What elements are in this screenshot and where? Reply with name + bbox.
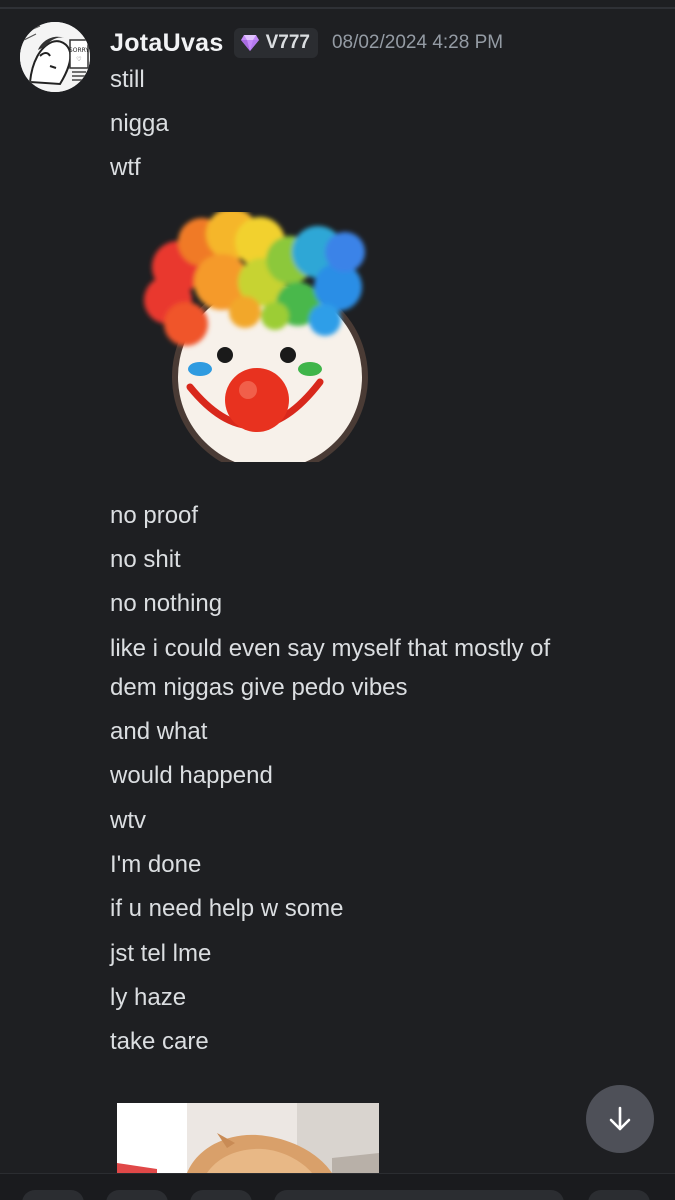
message-line: I'm done (110, 851, 202, 878)
image-attachment[interactable] (117, 1103, 379, 1173)
scroll-to-bottom-button[interactable] (586, 1085, 654, 1153)
role-tag[interactable]: V777 (233, 28, 318, 58)
bottom-nav-button[interactable] (588, 1190, 650, 1200)
arrow-down-icon (609, 1106, 631, 1131)
role-tag-label: V777 (265, 32, 310, 53)
message-header: JotaUvas V777 08/02/2024 4:28 PM (110, 26, 503, 60)
message-line: wtf (110, 154, 141, 181)
bottom-nav-button[interactable] (22, 1190, 84, 1200)
message-line: wtv (110, 807, 146, 834)
bottom-nav-bar (0, 1173, 675, 1200)
svg-text:♡: ♡ (76, 56, 81, 63)
message-line: and what (110, 718, 208, 745)
message-timestamp: 08/02/2024 4:28 PM (331, 32, 504, 53)
message-line: would happend (110, 762, 273, 789)
gem-icon (240, 35, 259, 51)
top-divider (0, 7, 675, 9)
message-line: ly haze (110, 984, 187, 1011)
message-line: still (110, 66, 145, 93)
message-line: no proof (110, 502, 199, 529)
message-line: no nothing (110, 590, 223, 617)
message-line: like i could even say myself that mostly… (110, 635, 551, 662)
message-line: jst tel lme (110, 940, 212, 967)
clown-face-icon (144, 208, 368, 475)
avatar-manga-image: SORRY ♡ (20, 22, 90, 92)
message-line: nigga (110, 110, 169, 137)
message-line: if u need help w some (110, 895, 344, 922)
message-line: take care (110, 1028, 209, 1055)
message-input[interactable] (274, 1190, 564, 1200)
bottom-nav-button[interactable] (190, 1190, 252, 1200)
svg-text:SORRY: SORRY (69, 47, 89, 54)
cat-photo-image (117, 1103, 379, 1173)
user-avatar[interactable]: SORRY ♡ (20, 22, 90, 92)
bottom-nav-button[interactable] (106, 1190, 168, 1200)
username[interactable]: JotaUvas (110, 29, 224, 58)
message-line: no shit (110, 546, 181, 573)
message-line: dem niggas give pedo vibes (110, 674, 408, 701)
clown-face-emoji[interactable] (140, 208, 380, 475)
